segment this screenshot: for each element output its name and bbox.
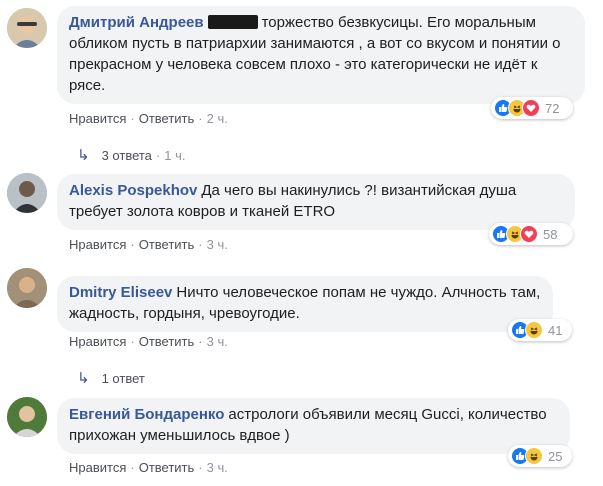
separator: · (130, 237, 135, 252)
replies-link[interactable]: 3 ответа (102, 148, 152, 163)
like-button[interactable]: Нравится (69, 334, 126, 349)
comment-actions: Нравится · Ответить · 2 ч. (69, 111, 228, 126)
reaction-count: 41 (548, 322, 563, 338)
replies-link[interactable]: 1 ответ (102, 371, 145, 386)
like-button[interactable]: Нравится (69, 460, 126, 475)
comment-bubble: Dmitry Eliseev Ничто человеческое попам н… (57, 276, 553, 332)
reaction-summary[interactable]: 41 (508, 319, 572, 341)
separator: · (198, 334, 203, 349)
separator: · (198, 237, 203, 252)
reply-button[interactable]: Ответить (139, 334, 195, 349)
separator: · (130, 111, 135, 126)
comment-author[interactable]: Dmitry Eliseev (69, 284, 172, 301)
separator: · (198, 111, 203, 126)
comment-bubble: Евгений Бондаренко астрологи объявили мес… (57, 398, 570, 454)
haha-icon (525, 321, 543, 339)
separator: · (130, 334, 135, 349)
reaction-summary[interactable]: 25 (508, 445, 572, 467)
comment-author[interactable]: Евгений Бондаренко (69, 406, 224, 423)
timestamp[interactable]: 2 ч. (207, 111, 228, 126)
reaction-summary[interactable]: 72 (491, 97, 573, 119)
avatar[interactable] (7, 173, 47, 213)
love-icon (522, 99, 540, 117)
comment-actions: Нравится · Ответить · 3 ч. (69, 460, 228, 475)
comment-bubble: Дмитрий Андреев торжество безвкусицы. Его… (57, 6, 585, 104)
reply-button[interactable]: Ответить (139, 237, 195, 252)
redacted-mention (207, 15, 258, 29)
reply-button[interactable]: Ответить (139, 460, 195, 475)
comment-author[interactable]: Дмитрий Андреев (69, 14, 204, 31)
reaction-count: 72 (545, 100, 560, 116)
avatar[interactable] (7, 8, 47, 48)
timestamp: 1 ч. (164, 147, 186, 163)
like-button[interactable]: Нравится (69, 111, 126, 126)
reply-arrow-icon: ↳ (77, 147, 90, 164)
timestamp[interactable]: 3 ч. (207, 460, 228, 475)
separator: · (155, 147, 161, 163)
timestamp[interactable]: 3 ч. (207, 237, 228, 252)
reaction-count: 58 (543, 226, 558, 242)
avatar[interactable] (7, 397, 47, 437)
timestamp[interactable]: 3 ч. (207, 334, 228, 349)
reply-button[interactable]: Ответить (139, 111, 195, 126)
haha-icon (525, 447, 543, 465)
separator: · (130, 460, 135, 475)
comment-bubble: Alexis Pospekhov Да чего вы накинулись ?!… (57, 174, 575, 230)
reaction-summary[interactable]: 58 (489, 223, 573, 245)
view-replies[interactable]: ↳ 1 ответ (77, 369, 145, 387)
reply-arrow-icon: ↳ (77, 370, 90, 387)
view-replies[interactable]: ↳ 3 ответа · 1 ч. (77, 146, 186, 164)
love-icon (520, 225, 538, 243)
comment-author[interactable]: Alexis Pospekhov (69, 182, 197, 199)
comment-actions: Нравится · Ответить · 3 ч. (69, 237, 228, 252)
separator: · (198, 460, 203, 475)
reaction-count: 25 (548, 448, 563, 464)
like-button[interactable]: Нравится (69, 237, 126, 252)
comment-actions: Нравится · Ответить · 3 ч. (69, 334, 228, 349)
avatar[interactable] (7, 268, 47, 308)
